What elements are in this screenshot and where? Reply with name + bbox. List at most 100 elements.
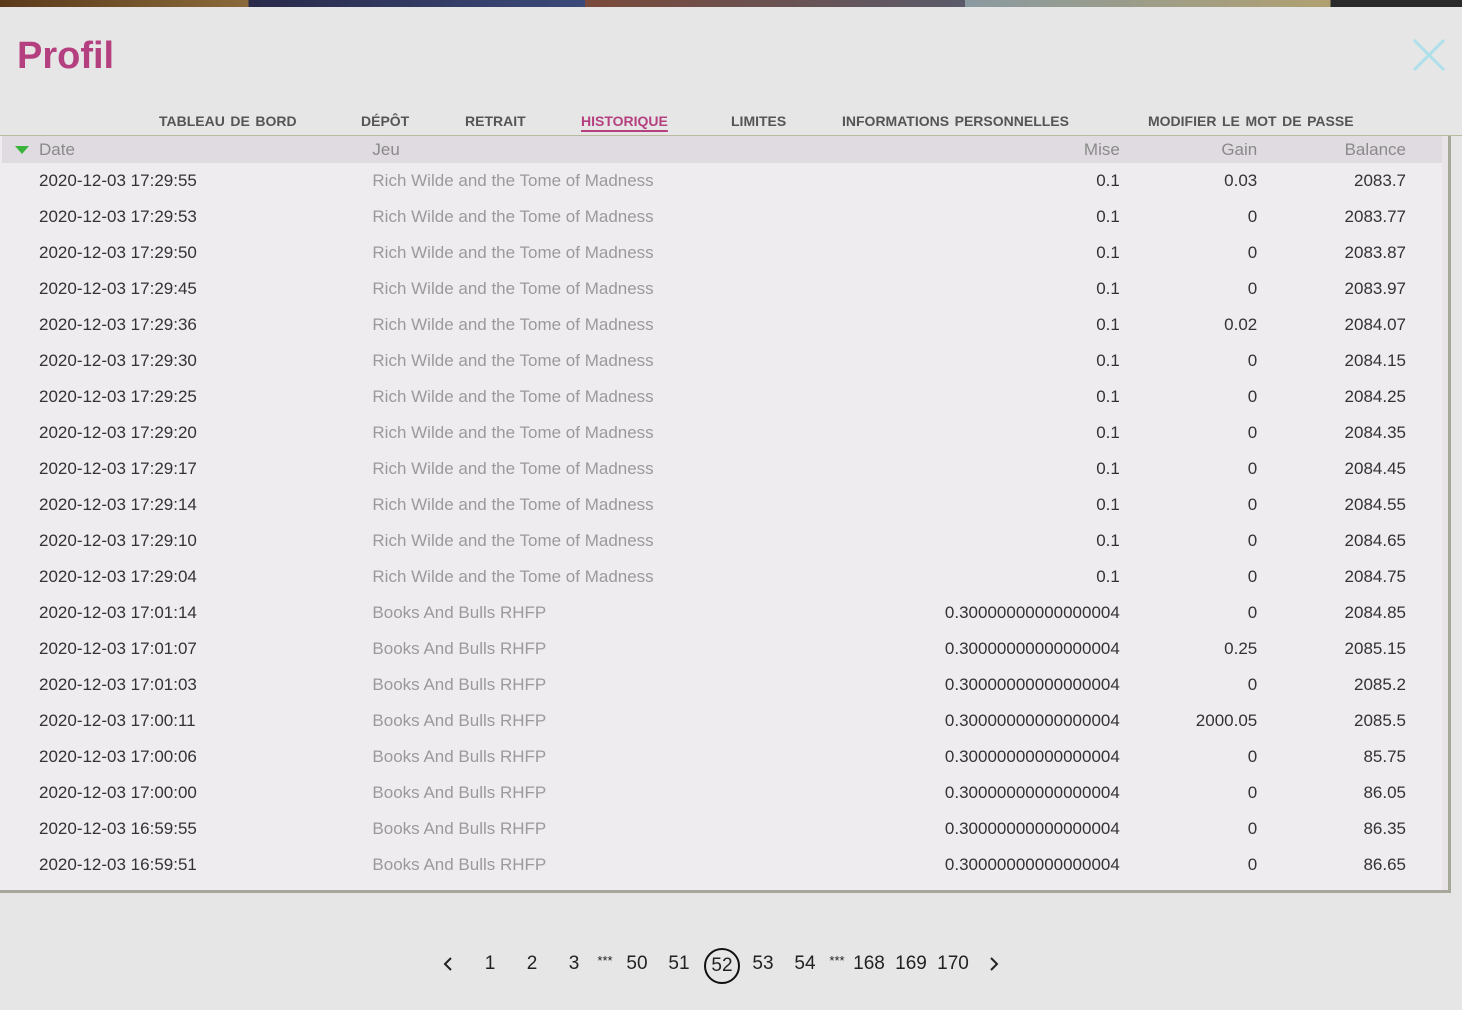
cell-balance: 2084.25 <box>1344 387 1406 406</box>
cell-bet: 0.1 <box>1096 531 1120 550</box>
cell-game: Rich Wilde and the Tome of Madness <box>372 279 654 298</box>
cell-date: 2020-12-03 17:29:55 <box>39 171 197 190</box>
modal-title: Profil <box>17 35 115 77</box>
page-168[interactable]: 168 <box>852 940 886 988</box>
table-scrollbar[interactable] <box>1442 136 1448 890</box>
cell-balance: 86.65 <box>1363 855 1406 874</box>
column-header-bet[interactable]: Mise <box>917 136 1120 163</box>
tab-deposit[interactable]: Dépôt <box>361 107 409 133</box>
cell-bet: 0.1 <box>1096 567 1120 586</box>
table-row: 2020-12-03 17:29:36 Rich Wilde and the To… <box>2 307 1442 343</box>
page-2[interactable]: 2 <box>520 940 544 988</box>
cell-game: Books And Bulls RHFP <box>372 711 547 730</box>
cell-balance: 2084.75 <box>1344 567 1406 586</box>
cell-bet: 0.1 <box>1096 459 1120 478</box>
cell-balance: 2083.87 <box>1344 243 1406 262</box>
cell-balance: 2083.97 <box>1344 279 1406 298</box>
tab-change-password[interactable]: Modifier le mot de passe <box>1148 107 1354 133</box>
cell-game: Books And Bulls RHFP <box>372 675 547 694</box>
page-50[interactable]: 50 <box>622 940 652 988</box>
cell-date: 2020-12-03 17:01:03 <box>39 675 197 694</box>
column-header-balance[interactable]: Balance <box>1257 136 1442 163</box>
prev-page-button[interactable] <box>440 940 456 988</box>
cell-win: 2000.05 <box>1195 711 1258 730</box>
cell-date: 2020-12-03 17:01:14 <box>39 603 197 622</box>
profile-tabs: Tableau de bord Dépôt Retrait Historique… <box>0 107 1462 137</box>
cell-win: 0 <box>1247 675 1258 694</box>
cell-balance: 2083.7 <box>1354 171 1406 190</box>
cell-game: Rich Wilde and the Tome of Madness <box>372 243 654 262</box>
page-ellipsis: *** <box>597 953 613 968</box>
cell-win: 0 <box>1247 747 1258 766</box>
table-row: 2020-12-03 17:29:45 Rich Wilde and the To… <box>2 271 1442 307</box>
cell-bet: 0.1 <box>1096 243 1120 262</box>
table-row: 2020-12-03 17:29:04 Rich Wilde and the To… <box>2 559 1442 595</box>
cell-bet: 0.1 <box>1096 171 1120 190</box>
cell-win: 0 <box>1247 603 1258 622</box>
page-53[interactable]: 53 <box>748 940 778 988</box>
page-3[interactable]: 3 <box>562 940 586 988</box>
cell-game: Rich Wilde and the Tome of Madness <box>372 387 654 406</box>
column-header-game[interactable]: Jeu <box>372 136 916 163</box>
page-54[interactable]: 54 <box>790 940 820 988</box>
cell-win: 0 <box>1247 459 1258 478</box>
cell-bet: 0.30000000000000004 <box>944 711 1120 730</box>
cell-date: 2020-12-03 17:00:06 <box>39 747 197 766</box>
cell-bet: 0.30000000000000004 <box>944 783 1120 802</box>
cell-balance: 2084.65 <box>1344 531 1406 550</box>
table-row: 2020-12-03 16:59:55 Books And Bulls RHFP 0… <box>2 811 1442 847</box>
cell-game: Rich Wilde and the Tome of Madness <box>372 351 654 370</box>
page-169[interactable]: 169 <box>894 940 928 988</box>
table-row: 2020-12-03 17:01:03 Books And Bulls RHFP 0… <box>2 667 1442 703</box>
cell-win: 0 <box>1247 279 1258 298</box>
column-header-date[interactable]: Date <box>2 136 372 163</box>
page-52-current[interactable]: 52 <box>704 948 740 984</box>
cell-game: Rich Wilde and the Tome of Madness <box>372 315 654 334</box>
cell-bet: 0.1 <box>1096 423 1120 442</box>
sort-down-icon <box>15 146 29 154</box>
cell-date: 2020-12-03 17:29:20 <box>39 423 197 442</box>
cell-bet: 0.30000000000000004 <box>944 639 1120 658</box>
tab-history[interactable]: Historique <box>581 107 668 133</box>
page-51[interactable]: 51 <box>664 940 694 988</box>
tab-withdrawal[interactable]: Retrait <box>465 107 526 133</box>
cell-win: 0 <box>1247 855 1258 874</box>
cell-bet: 0.30000000000000004 <box>944 603 1120 622</box>
page-1[interactable]: 1 <box>478 940 502 988</box>
tab-dashboard[interactable]: Tableau de bord <box>159 107 297 133</box>
cell-balance: 2084.15 <box>1344 351 1406 370</box>
cell-balance: 2085.15 <box>1344 639 1406 658</box>
background-game-strip <box>0 0 1462 7</box>
cell-bet: 0.30000000000000004 <box>944 675 1120 694</box>
next-page-button[interactable] <box>986 940 1002 988</box>
cell-game: Rich Wilde and the Tome of Madness <box>372 495 654 514</box>
cell-bet: 0.1 <box>1096 495 1120 514</box>
tab-limits[interactable]: Limites <box>731 107 786 133</box>
cell-win: 0 <box>1247 783 1258 802</box>
cell-date: 2020-12-03 16:59:51 <box>39 855 197 874</box>
cell-date: 2020-12-03 17:01:07 <box>39 639 197 658</box>
cell-bet: 0.1 <box>1096 351 1120 370</box>
profile-modal: Profil Tableau de bord Dépôt Retrait His… <box>0 7 1462 1010</box>
tab-personal-info[interactable]: Informations personnelles <box>842 107 1069 133</box>
history-panel: Date Jeu Mise Gain Balance 2020-12-03 17… <box>0 136 1451 893</box>
cell-game: Books And Bulls RHFP <box>372 819 547 838</box>
cell-date: 2020-12-03 17:29:04 <box>39 567 197 586</box>
cell-game: Rich Wilde and the Tome of Madness <box>372 423 654 442</box>
cell-balance: 2084.07 <box>1344 315 1406 334</box>
cell-game: Books And Bulls RHFP <box>372 747 547 766</box>
cell-balance: 2083.77 <box>1344 207 1406 226</box>
cell-win: 0 <box>1247 567 1258 586</box>
cell-date: 2020-12-03 17:29:30 <box>39 351 197 370</box>
table-row: 2020-12-03 17:29:25 Rich Wilde and the To… <box>2 379 1442 415</box>
close-button[interactable] <box>1408 34 1450 76</box>
cell-balance: 2084.85 <box>1344 603 1406 622</box>
column-header-win[interactable]: Gain <box>1120 136 1257 163</box>
table-row: 2020-12-03 17:29:10 Rich Wilde and the To… <box>2 523 1442 559</box>
cell-game: Rich Wilde and the Tome of Madness <box>372 459 654 478</box>
page-170[interactable]: 170 <box>936 940 970 988</box>
cell-win: 0 <box>1247 243 1258 262</box>
cell-bet: 0.30000000000000004 <box>944 819 1120 838</box>
table-row: 2020-12-03 17:29:14 Rich Wilde and the To… <box>2 487 1442 523</box>
cell-balance: 86.05 <box>1363 783 1406 802</box>
